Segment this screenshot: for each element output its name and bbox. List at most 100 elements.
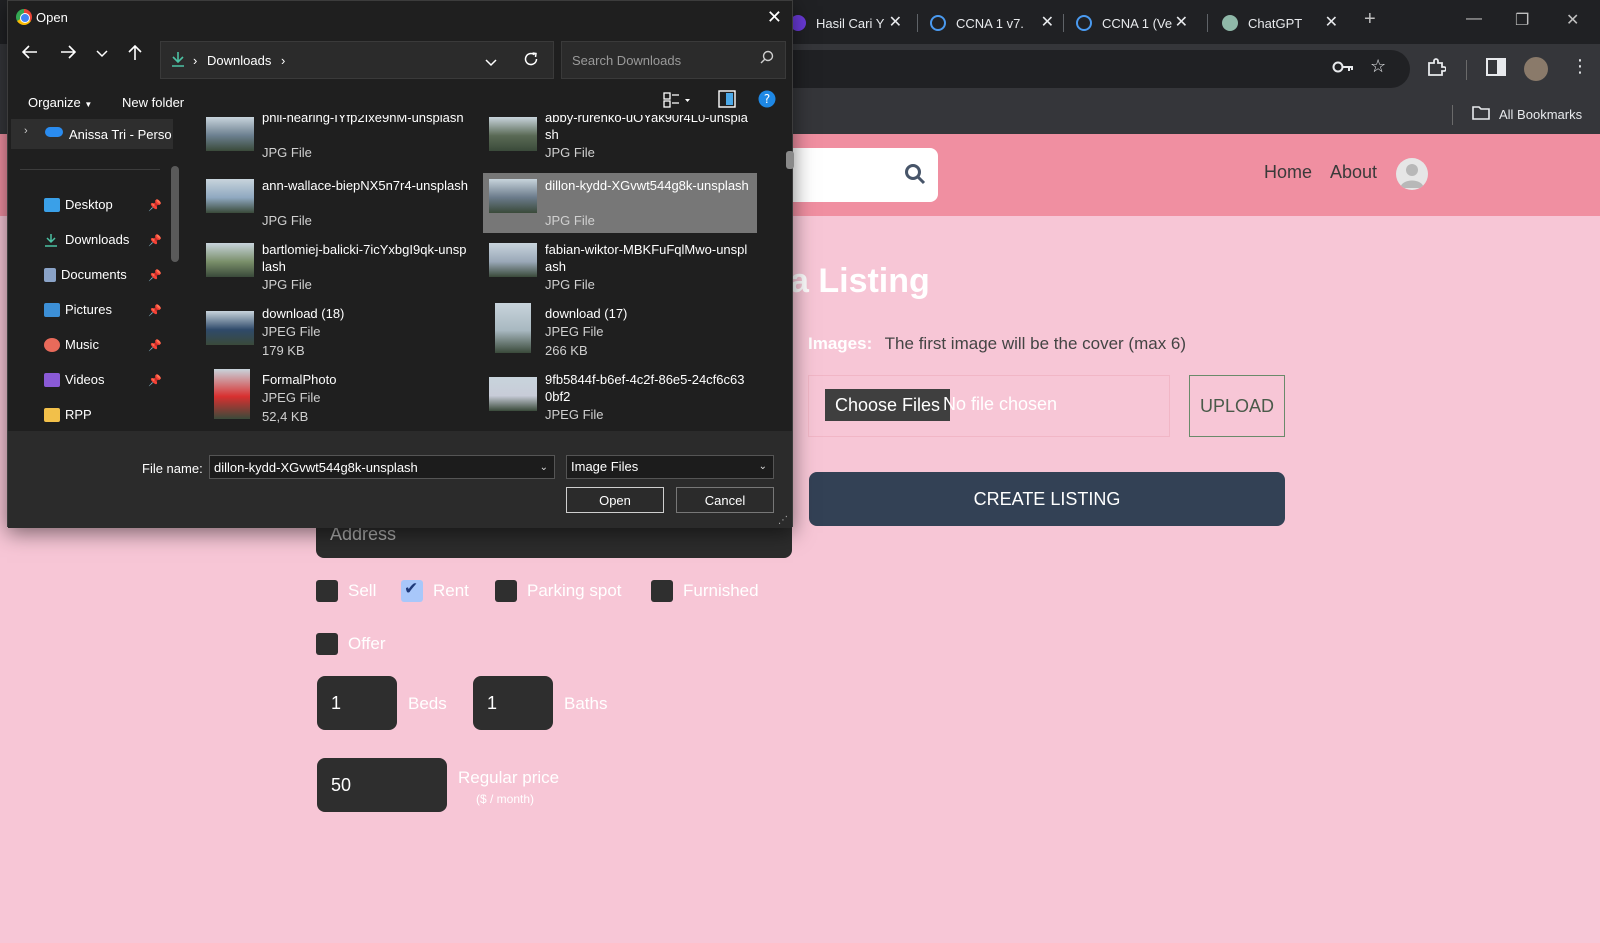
tab-ccna-1[interactable]: CCNA 1 v7. ✕	[930, 8, 1060, 38]
file-thumbnail	[214, 369, 250, 419]
address-chevron-down-icon[interactable]	[485, 55, 497, 70]
window-close-icon[interactable]: ✕	[1566, 10, 1579, 30]
file-item[interactable]: download (17) JPEG File 266 KB	[483, 301, 757, 363]
nav-item-downloads[interactable]: Downloads	[44, 232, 129, 247]
star-icon[interactable]: ☆	[1370, 56, 1386, 77]
checkbox-box[interactable]	[651, 580, 673, 602]
view-options-icon[interactable]	[663, 91, 693, 112]
baths-input[interactable]: 1	[473, 676, 553, 730]
address-bar[interactable]: ☆	[760, 50, 1410, 88]
restore-icon[interactable]: ❐	[1515, 10, 1529, 30]
dialog-address-bar[interactable]: › Downloads ›	[160, 41, 554, 79]
choose-files-button[interactable]: Choose Files	[825, 389, 951, 421]
checkbox-offer[interactable]: Offer	[316, 633, 385, 655]
breadcrumb-chevron-icon[interactable]: ›	[281, 53, 285, 68]
file-item[interactable]: fabian-wiktor-MBKFuFqlMwo-unsplash JPG F…	[483, 237, 757, 297]
dialog-search-input[interactable]	[561, 41, 786, 79]
extensions-icon[interactable]	[1426, 58, 1447, 83]
download-icon	[171, 51, 185, 70]
file-item[interactable]: 9fb5844f-b6ef-4c2f-86e5-24cf6c630bf2 JPE…	[483, 367, 757, 431]
new-folder-button[interactable]: New folder	[122, 95, 184, 110]
open-file-dialog: Open ✕ › Downloads › Organize ▼ Ne	[7, 0, 794, 528]
key-icon[interactable]	[1332, 58, 1354, 81]
profile-avatar[interactable]	[1524, 57, 1548, 81]
checkbox-box[interactable]	[316, 633, 338, 655]
side-panel-icon[interactable]	[1486, 58, 1506, 81]
nav-about[interactable]: About	[1330, 162, 1377, 183]
resize-grip-icon[interactable]: ⋰	[778, 515, 788, 526]
checkbox-box[interactable]	[316, 580, 338, 602]
file-type-filter[interactable]: Image Files ⌄	[566, 455, 774, 479]
file-thumbnail	[489, 179, 537, 213]
file-name: ann-wallace-biepNX5n7r4-unsplash	[262, 178, 468, 193]
file-name-chevron-down-icon[interactable]: ⌄	[540, 462, 548, 473]
dialog-close-button[interactable]: ✕	[767, 7, 782, 28]
nav-label: Documents	[61, 267, 127, 282]
organize-menu[interactable]: Organize ▼	[28, 95, 92, 110]
nav-home[interactable]: Home	[1264, 162, 1312, 183]
recent-chevron-down-icon[interactable]	[96, 45, 108, 63]
file-thumbnail	[206, 243, 254, 277]
nav-scrollbar[interactable]	[171, 166, 179, 262]
preview-pane-icon[interactable]	[718, 90, 736, 111]
file-list-scrollbar[interactable]	[786, 151, 794, 169]
checkbox-box-checked[interactable]	[401, 579, 423, 602]
back-arrow-icon[interactable]	[21, 45, 38, 64]
open-button[interactable]: Open	[566, 487, 664, 513]
all-bookmarks-link[interactable]: All Bookmarks	[1499, 107, 1582, 122]
filter-value: Image Files	[571, 459, 639, 474]
nav-item-pictures[interactable]: Pictures	[44, 302, 112, 317]
checkbox-rent[interactable]: Rent	[401, 579, 469, 602]
svg-text:?: ?	[764, 92, 770, 106]
nav-item-documents[interactable]: Documents	[44, 267, 127, 282]
forward-arrow-icon[interactable]	[60, 45, 77, 64]
checkbox-sell[interactable]: Sell	[316, 580, 376, 602]
file-item[interactable]: abby-rurenko-uOYak90r4L0-unsplash JPG Fi…	[483, 115, 757, 165]
nav-item-music[interactable]: Music	[44, 337, 99, 352]
breadcrumb-downloads[interactable]: Downloads	[207, 53, 271, 68]
nav-item-onedrive[interactable]: › Anissa Tri - Perso	[11, 119, 173, 149]
file-item-selected[interactable]: dillon-kydd-XGvwt544g8k-unsplash JPG Fil…	[483, 173, 757, 233]
file-item[interactable]: bartlomiej-balicki-7icYxbgI9qk-unsplash …	[200, 237, 474, 297]
checkbox-furnished[interactable]: Furnished	[651, 580, 759, 602]
file-item[interactable]: download (18) JPEG File 179 KB	[200, 301, 474, 363]
search-icon[interactable]	[904, 163, 926, 190]
tab-hasil-cari[interactable]: Hasil Cari Y ✕	[790, 8, 908, 38]
tab-ccna-2[interactable]: CCNA 1 (Ve ✕	[1076, 8, 1194, 38]
up-arrow-icon[interactable]	[128, 44, 142, 66]
menu-icon[interactable]: ⋮	[1571, 56, 1589, 77]
nav-item-desktop[interactable]: Desktop	[44, 197, 113, 212]
tab-close-icon[interactable]: ✕	[1175, 12, 1188, 32]
checkbox-parking[interactable]: Parking spot	[495, 580, 622, 602]
pin-icon: 📌	[148, 340, 162, 352]
minimize-icon[interactable]: —	[1466, 10, 1482, 28]
checkbox-box[interactable]	[495, 580, 517, 602]
nav-item-videos[interactable]: Videos	[44, 372, 105, 387]
site-search-input[interactable]	[770, 148, 938, 202]
file-item[interactable]: phil-hearing-IYfp2Ixe9hM-unsplash JPG Fi…	[200, 115, 474, 165]
file-name-input[interactable]: dillon-kydd-XGvwt544g8k-unsplash ⌄	[209, 455, 555, 479]
tab-close-icon[interactable]: ✕	[1041, 12, 1054, 32]
regular-price-label: Regular price	[458, 768, 560, 787]
file-item[interactable]: FormalPhoto JPEG File 52,4 KB	[200, 367, 474, 431]
file-type: JPG File	[262, 277, 312, 292]
filter-chevron-down-icon[interactable]: ⌄	[759, 461, 767, 472]
upload-button[interactable]: UPLOAD	[1189, 375, 1285, 437]
beds-input[interactable]: 1	[317, 676, 397, 730]
nav-item-rpp[interactable]: RPP	[44, 407, 92, 422]
tab-close-icon[interactable]: ✕	[1325, 12, 1338, 32]
images-label: Images:	[808, 334, 873, 353]
file-item[interactable]: ann-wallace-biepNX5n7r4-unsplash JPG Fil…	[200, 173, 474, 233]
help-icon[interactable]: ?	[758, 90, 776, 111]
regular-price-input[interactable]: 50	[317, 758, 447, 812]
expand-chevron-icon[interactable]: ›	[24, 125, 28, 137]
user-icon	[1400, 164, 1424, 188]
refresh-icon[interactable]	[523, 51, 539, 70]
tab-chatgpt[interactable]: ChatGPT ✕	[1222, 8, 1344, 38]
create-listing-button[interactable]: CREATE LISTING	[809, 472, 1285, 526]
tab-close-icon[interactable]: ✕	[889, 12, 902, 32]
new-tab-button[interactable]: +	[1364, 8, 1376, 31]
user-avatar[interactable]	[1396, 158, 1428, 190]
file-input[interactable]: Choose Files No file chosen	[808, 375, 1170, 437]
cancel-button[interactable]: Cancel	[676, 487, 774, 513]
